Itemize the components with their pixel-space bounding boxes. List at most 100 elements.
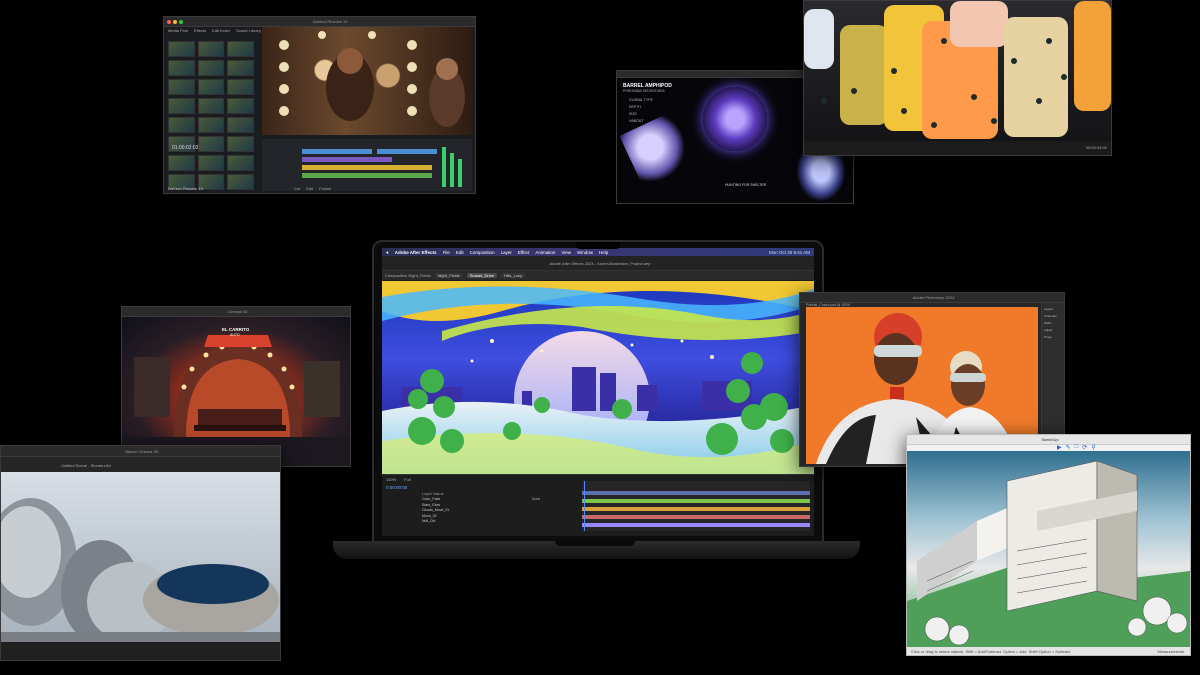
pencil-tool-icon[interactable]: ✎ [1066, 444, 1071, 451]
ae-comp-tabs: Composition Night_Fields Night_Fields Su… [382, 271, 814, 280]
cafe-render-window[interactable]: Cinema 4D EL CARRITO AUTO [121, 306, 351, 467]
ae-composition-viewer[interactable] [382, 281, 814, 474]
rectangle-tool-icon[interactable]: □ [1075, 444, 1079, 451]
ae-title: Adobe After Effects 2024 - /Users/Illust… [549, 260, 651, 266]
sketch-status: Click or drag to select objects. Shift =… [911, 648, 1071, 654]
list-item[interactable]: Paths [1044, 320, 1062, 327]
cafe-titlebar: Cinema 4D [122, 307, 350, 317]
tab-cut[interactable]: Cut [294, 186, 300, 191]
shader-field: GLOBAL TYPE [629, 98, 653, 102]
resolve-titlebar: DaVinci Resolve 19 [164, 17, 475, 27]
menu-app[interactable]: Adobe After Effects [395, 250, 437, 255]
mac-menubar: ● Adobe After Effects File Edit Composit… [382, 248, 814, 256]
render-controls[interactable]: 00:00:04:00 [804, 141, 1111, 155]
sketch-titlebar: SketchUp [907, 435, 1190, 445]
resolve-title: DaVinci Resolve 19 [312, 19, 348, 24]
menubar-clock: Mon Oct 30 9:41 AM [768, 249, 810, 255]
orb-render [703, 87, 767, 151]
sketchup-window[interactable]: SketchUp ▶ ✎ □ ⟳ ⚲ Click or drag to sele… [906, 434, 1191, 656]
media-pool[interactable] [166, 39, 256, 190]
menu-effect[interactable]: Effect [518, 250, 529, 255]
tab-hills-loop[interactable]: Hills_Loop [500, 273, 526, 278]
resolve-viewer [262, 27, 472, 135]
ae-layer-list: Color_Fade Stars_Glow Clouds_Move_01 Moo… [422, 497, 449, 525]
menu-composition[interactable]: Composition [470, 250, 495, 255]
resolve-menu-sound[interactable]: Sound Library [236, 28, 261, 33]
ae-window-title: Adobe After Effects 2024 - /Users/Illust… [382, 256, 814, 271]
list-item[interactable]: Props [1044, 334, 1062, 341]
resolve-menu-media[interactable]: Media Pool [168, 28, 188, 33]
ps-panel-list: Layers Channels Paths Adjust Props [1042, 303, 1064, 344]
ae-viewer-controls: 100% Full [386, 477, 411, 482]
illustration-art [382, 281, 814, 474]
render-window[interactable]: 00:00:04:00 [803, 0, 1112, 156]
after-effects-screen[interactable]: ● Adobe After Effects File Edit Composit… [382, 248, 814, 536]
ae-timeline-tracks[interactable] [582, 481, 810, 531]
resolve-menu-effects[interactable]: Effects [194, 28, 206, 33]
resolve-timeline[interactable]: 01:00:02:03 [172, 139, 472, 191]
tab-sunset-drive[interactable]: Sunset_Drive [466, 273, 497, 278]
resolve-menu: Media Pool Effects Edit Index Sound Libr… [168, 28, 261, 33]
list-item[interactable]: Channels [1044, 313, 1062, 320]
resolve-window[interactable]: DaVinci Resolve 19 Media Pool Effects Ed… [163, 16, 476, 194]
menu-edit[interactable]: Edit [456, 250, 464, 255]
ae-timeline-panel[interactable]: 100% Full 0:00:00:00 Layer Name Color_Fa… [382, 474, 814, 536]
resolve-brand: DaVinci Resolve 19 [168, 186, 203, 191]
cafe-sign-sub: AUTO [230, 333, 240, 337]
tab-fusion[interactable]: Fusion [319, 186, 331, 191]
stones-scene [1, 498, 280, 644]
ae-blend[interactable]: None [532, 497, 540, 501]
stones-viewport [1, 472, 280, 644]
menu-file[interactable]: File [443, 250, 450, 255]
tab-night-fields[interactable]: Night_Fields [434, 273, 463, 278]
resolve-menu-index[interactable]: Edit Index [212, 28, 230, 33]
list-item[interactable]: Adjust [1044, 327, 1062, 334]
ae-zoom[interactable]: 100% [386, 477, 396, 482]
apple-icon[interactable]: ● [386, 250, 389, 255]
zoom-tool-icon[interactable]: ⚲ [1091, 444, 1095, 451]
building-model [907, 460, 1190, 647]
tab-edit[interactable]: Edit [306, 186, 313, 191]
cafe-sign: EL CARRITO [222, 327, 250, 332]
sketch-measurements[interactable]: Measurements [1158, 649, 1190, 654]
stones-titlebar: Maxon Cinema 4D [1, 446, 280, 457]
playhead[interactable] [584, 481, 585, 531]
stones-timeline[interactable] [1, 642, 280, 660]
cafe-scene [122, 335, 350, 466]
sketch-toolbar: ▶ ✎ □ ⟳ ⚲ [1057, 444, 1096, 451]
select-tool-icon[interactable]: ▶ [1057, 444, 1062, 451]
menu-help[interactable]: Help [599, 250, 608, 255]
shader-field: SIZE [629, 112, 637, 116]
orbit-tool-icon[interactable]: ⟳ [1082, 444, 1087, 451]
ae-timecode: 0:00:00:00 [386, 485, 408, 490]
table-row[interactable]: Clouds_Move_01 [422, 508, 449, 514]
viewer-lights [279, 31, 465, 127]
shader-caption: HUNTING FOR SHELTER [725, 183, 767, 187]
table-row[interactable]: Null_Ctrl [422, 519, 449, 525]
sketch-title: SketchUp [1041, 437, 1059, 442]
menu-window[interactable]: Window [577, 250, 593, 255]
shader-subheading: PHRONIMA SEDENTARIA [623, 89, 665, 93]
minimize-icon[interactable] [173, 19, 177, 24]
laptop-base [333, 541, 860, 559]
render-timecode: 00:00:04:00 [1085, 145, 1107, 150]
menu-view[interactable]: View [561, 250, 571, 255]
ae-layer-header: Layer Name [422, 491, 444, 496]
list-item[interactable]: Layers [1044, 306, 1062, 313]
stones-title: Maxon Cinema 4D [125, 448, 159, 454]
zoom-icon[interactable] [179, 19, 183, 24]
shader-field: DEPTH [629, 105, 641, 109]
ps-titlebar: Adobe Photoshop 2024 [800, 293, 1064, 303]
laptop: ● Adobe After Effects File Edit Composit… [372, 240, 824, 544]
sketch-viewport[interactable] [907, 451, 1190, 647]
stones-render-window[interactable]: Maxon Cinema 4D Untitled Scene - Stones.… [0, 445, 281, 661]
sketch-statusbar: Click or drag to select objects. Shift =… [907, 647, 1190, 655]
render-dots [821, 38, 1067, 128]
resolve-timecode: 01:00:02:03 [172, 145, 199, 151]
ae-quality[interactable]: Full [404, 477, 410, 482]
stones-subtitle: Untitled Scene - Stones.c4d [61, 463, 111, 468]
close-icon[interactable] [167, 19, 171, 24]
menu-layer[interactable]: Layer [501, 250, 512, 255]
cafe-viewport: EL CARRITO AUTO [122, 317, 350, 466]
menu-animation[interactable]: Animation [535, 250, 555, 255]
